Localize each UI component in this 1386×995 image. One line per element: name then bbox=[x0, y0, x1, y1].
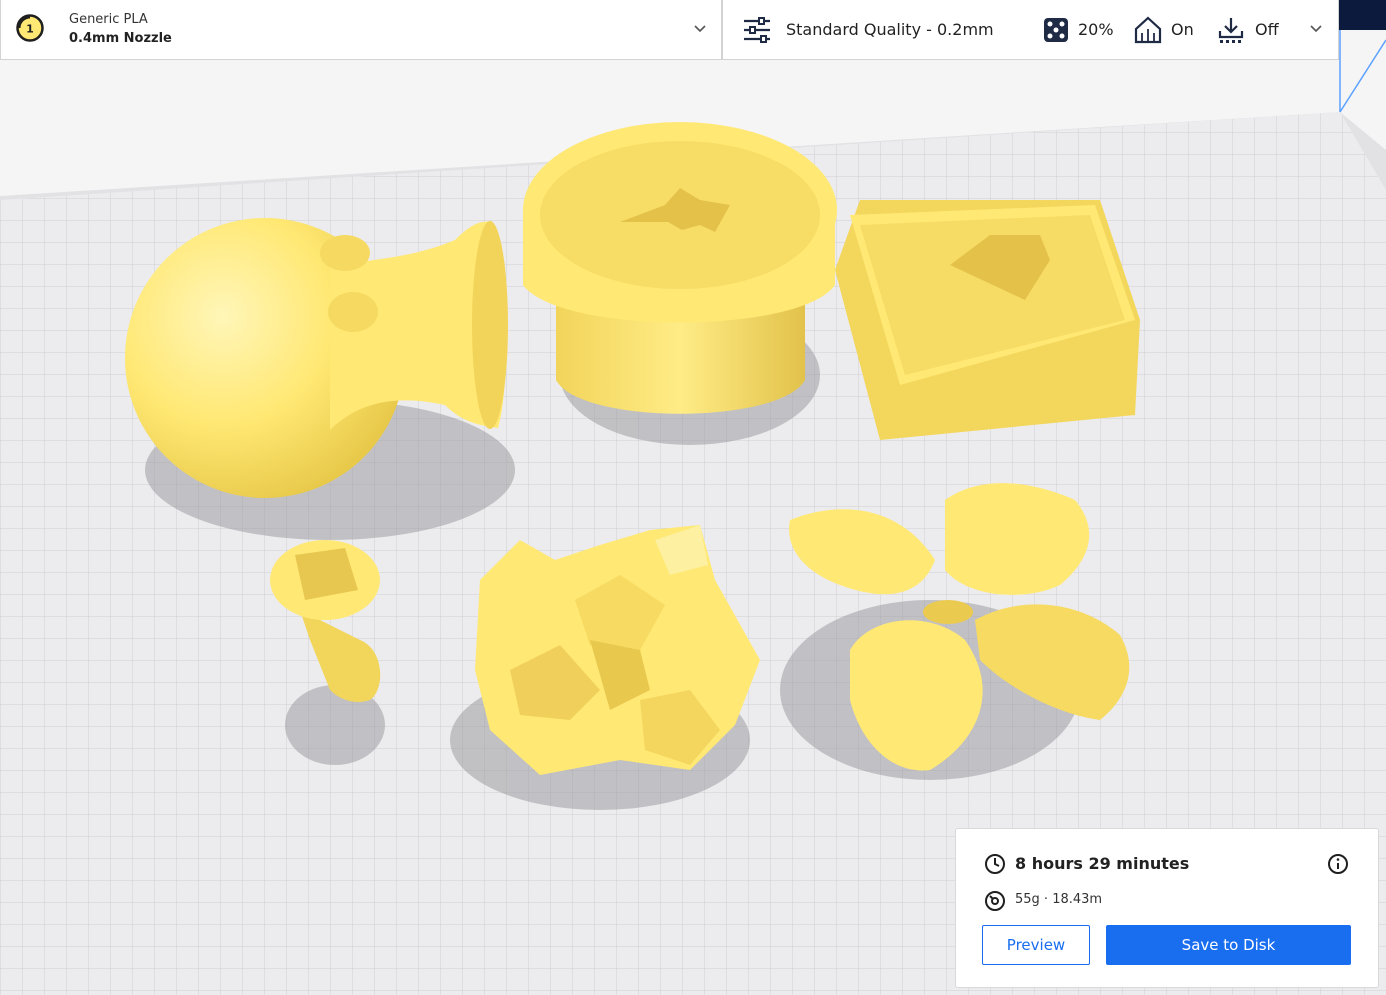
adhesion-icon bbox=[1218, 18, 1244, 43]
sliders-icon bbox=[744, 17, 770, 43]
print-settings-selector[interactable]: Standard Quality - 0.2mm 20% On Off bbox=[722, 0, 1339, 60]
adhesion-value: Off bbox=[1255, 20, 1279, 39]
material-name: Generic PLA bbox=[69, 12, 148, 27]
support-value: On bbox=[1171, 20, 1194, 39]
extruder-badge-icon: 1 bbox=[16, 14, 44, 42]
infill-value: 20% bbox=[1078, 20, 1114, 39]
preview-button[interactable]: Preview bbox=[982, 925, 1090, 965]
info-icon[interactable] bbox=[1327, 853, 1349, 875]
top-right-indicator bbox=[1339, 0, 1386, 30]
pot-model bbox=[523, 122, 837, 414]
nozzle-size: 0.4mm Nozzle bbox=[69, 31, 172, 46]
save-to-disk-button[interactable]: Save to Disk bbox=[1106, 925, 1351, 965]
print-time: 8 hours 29 minutes bbox=[1015, 854, 1190, 873]
clock-icon bbox=[985, 854, 1005, 874]
support-icon bbox=[1134, 16, 1162, 44]
chevron-down-icon[interactable] bbox=[1309, 22, 1323, 36]
material-usage: 55g · 18.43m bbox=[1015, 892, 1103, 907]
print-estimate-panel: 8 hours 29 minutes 55g · 18.43m Preview … bbox=[955, 828, 1379, 988]
spool-icon bbox=[985, 891, 1005, 911]
grass-block-model bbox=[835, 200, 1140, 440]
extruder-number: 1 bbox=[26, 23, 34, 36]
infill-pattern-icon bbox=[1044, 18, 1068, 42]
material-selector[interactable]: 1 Generic PLA 0.4mm Nozzle bbox=[0, 0, 722, 60]
chevron-down-icon[interactable] bbox=[693, 22, 707, 36]
quality-profile: Standard Quality - 0.2mm bbox=[786, 20, 994, 39]
